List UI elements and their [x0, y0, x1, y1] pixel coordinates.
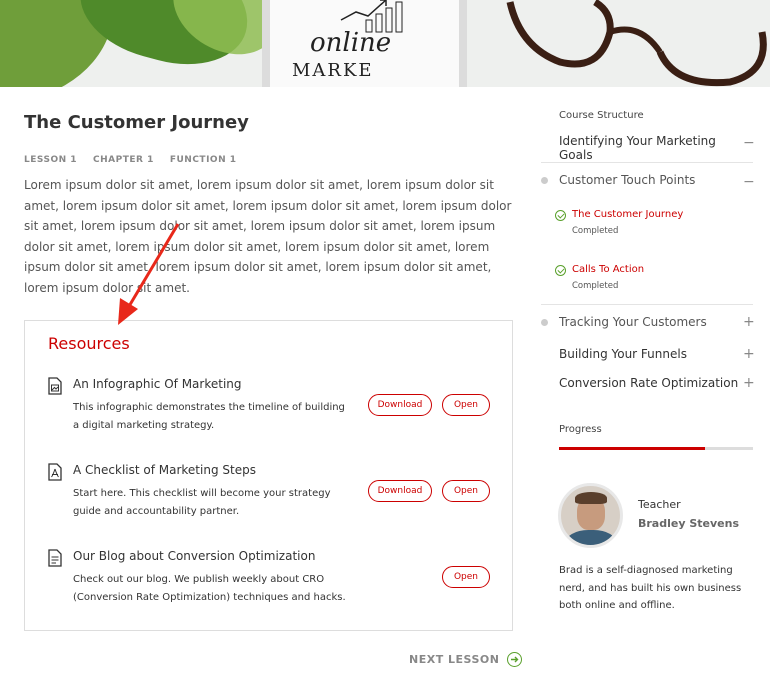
section-identifying-goals[interactable]: Identifying Your Marketing Goals: [559, 134, 753, 162]
resource-description: This infographic demonstrates the timeli…: [73, 402, 345, 431]
resources-heading: Resources: [48, 334, 130, 353]
hero-image-text: online: [310, 28, 392, 58]
next-lesson-label: NEXT LESSON: [409, 653, 500, 666]
collapse-icon[interactable]: −: [743, 175, 755, 189]
next-lesson-link[interactable]: NEXT LESSON: [409, 652, 523, 667]
expand-icon[interactable]: +: [743, 347, 755, 361]
hero-image-text: MARKE: [292, 60, 374, 81]
eyeglasses-graphic: [506, 0, 767, 87]
resources-panel: Resources An Infographic Of Marketing Th…: [24, 320, 513, 631]
resource-item: Our Blog about Conversion Optimization C…: [47, 549, 495, 609]
open-button[interactable]: Open: [442, 394, 490, 416]
chapter-number[interactable]: CHAPTER 1: [93, 155, 154, 165]
section-dot-icon: [541, 319, 548, 326]
section-tracking-customers[interactable]: Tracking Your Customers: [559, 315, 707, 329]
collapse-icon[interactable]: −: [743, 136, 755, 150]
progress-bar-fill: [559, 447, 705, 450]
resource-name[interactable]: An Infographic Of Marketing: [73, 377, 242, 391]
section-conversion-rate-optimization[interactable]: Conversion Rate Optimization: [559, 376, 738, 390]
check-circle-icon: [555, 210, 566, 221]
progress-label: Progress: [559, 424, 602, 435]
tablet-graphic: online MARKE: [262, 0, 467, 87]
divider: [541, 304, 753, 305]
lesson-title: The Customer Journey: [24, 112, 249, 133]
divider: [541, 162, 753, 163]
lesson-name[interactable]: The Customer Journey: [572, 209, 683, 220]
resource-item: An Infographic Of Marketing This infogra…: [47, 377, 495, 437]
section-dot-icon: [541, 177, 548, 184]
resource-name[interactable]: A Checklist of Marketing Steps: [73, 463, 256, 477]
teacher-role: Teacher: [638, 498, 681, 511]
section-customer-touch-points[interactable]: Customer Touch Points: [559, 173, 695, 187]
lesson-body-text: Lorem ipsum dolor sit amet, lorem ipsum …: [24, 178, 512, 295]
lesson-status: Completed: [572, 281, 619, 291]
document-icon: [48, 549, 62, 567]
progress-bar: [559, 447, 753, 450]
teacher-bio: Brad is a self-diagnosed marketing nerd,…: [559, 565, 742, 611]
resource-description: Start here. This checklist will become y…: [73, 488, 331, 517]
download-button[interactable]: Download: [368, 480, 432, 502]
course-structure-label: Course Structure: [559, 110, 644, 121]
section-building-funnels[interactable]: Building Your Funnels: [559, 347, 687, 361]
hero-banner-image: online MARKE: [0, 0, 770, 87]
resource-description: Check out our blog. We publish weekly ab…: [73, 574, 346, 603]
resource-name[interactable]: Our Blog about Conversion Optimization: [73, 549, 315, 563]
download-button[interactable]: Download: [368, 394, 432, 416]
function-number[interactable]: FUNCTION 1: [170, 155, 237, 165]
check-circle-icon: [555, 265, 566, 276]
image-file-icon: [48, 377, 62, 395]
lesson-status: Completed: [572, 226, 619, 236]
lesson-breadcrumb: LESSON 1 CHAPTER 1 FUNCTION 1: [24, 155, 237, 165]
arrow-right-circle-icon: [507, 652, 523, 667]
open-button[interactable]: Open: [442, 480, 490, 502]
pdf-file-icon: [48, 463, 62, 481]
lesson-name[interactable]: Calls To Action: [572, 264, 644, 275]
expand-icon[interactable]: +: [743, 376, 755, 390]
open-button[interactable]: Open: [442, 566, 490, 588]
teacher-name: Bradley Stevens: [638, 517, 739, 530]
expand-icon[interactable]: +: [743, 315, 755, 329]
teacher-avatar: [558, 483, 623, 548]
lesson-number[interactable]: LESSON 1: [24, 155, 77, 165]
resource-item: A Checklist of Marketing Steps Start her…: [47, 463, 495, 523]
